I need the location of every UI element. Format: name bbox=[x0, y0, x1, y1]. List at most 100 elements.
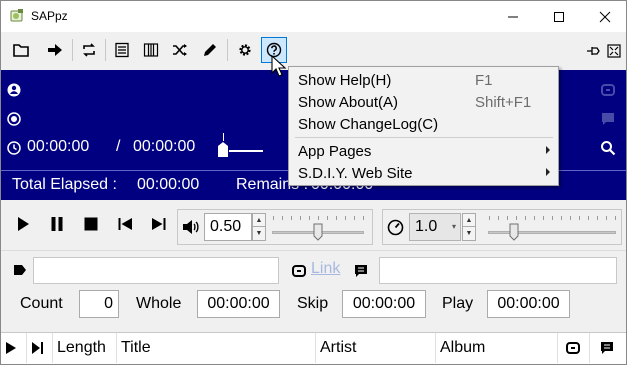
tag-field[interactable] bbox=[33, 257, 279, 284]
column-next[interactable] bbox=[27, 333, 53, 363]
speed-slider-track[interactable] bbox=[488, 231, 616, 234]
submenu-arrow-icon bbox=[546, 146, 550, 154]
settings-button[interactable] bbox=[232, 37, 258, 63]
play-value: 00:00:00 bbox=[487, 290, 570, 318]
total-time: 00:00:00 bbox=[133, 138, 196, 155]
menu-item-label: S.D.I.Y. Web Site bbox=[298, 165, 413, 182]
list-button[interactable] bbox=[109, 37, 135, 63]
expand-icon[interactable] bbox=[606, 43, 622, 59]
clock-icon bbox=[7, 141, 21, 155]
speed-slider-thumb[interactable] bbox=[509, 223, 519, 241]
title-bar: SAPpz bbox=[1, 1, 626, 32]
speaker-icon[interactable] bbox=[182, 219, 200, 235]
menu-item-shortcut: Shift+F1 bbox=[475, 94, 532, 111]
comment-panel-icon[interactable] bbox=[600, 111, 616, 127]
total-elapsed-label: Total Elapsed : bbox=[12, 176, 117, 193]
forward-button[interactable] bbox=[42, 37, 68, 63]
pause-button[interactable] bbox=[46, 213, 68, 235]
edit-button[interactable] bbox=[197, 37, 223, 63]
record-icon[interactable] bbox=[7, 112, 21, 126]
menu-item-app-pages[interactable]: App Pages bbox=[289, 140, 558, 162]
seek-slider-thumb[interactable] bbox=[217, 142, 229, 158]
previous-icon bbox=[118, 218, 132, 230]
column-album[interactable]: Album bbox=[436, 333, 558, 363]
menu-item-label: Show About(A) bbox=[298, 94, 399, 111]
link-label[interactable]: Link bbox=[311, 260, 340, 278]
volume-input[interactable]: 0.50 bbox=[204, 213, 252, 241]
menu-item-show-about[interactable]: Show About(A) Shift+F1 bbox=[289, 91, 558, 113]
stop-icon bbox=[84, 217, 98, 231]
volume-slider-thumb[interactable] bbox=[313, 223, 323, 241]
seek-tick bbox=[223, 133, 224, 141]
speed-ticks bbox=[489, 216, 617, 220]
arrow-right-icon bbox=[48, 44, 62, 56]
column-comment[interactable] bbox=[590, 333, 626, 363]
speedometer-icon[interactable] bbox=[387, 219, 404, 236]
tag-icon bbox=[14, 265, 26, 275]
columns-icon bbox=[143, 43, 159, 57]
next-icon bbox=[152, 218, 166, 230]
play-icon bbox=[18, 217, 29, 231]
speed-spinner[interactable]: ▲ ▼ bbox=[462, 213, 476, 241]
previous-button[interactable] bbox=[114, 213, 136, 235]
seek-track[interactable] bbox=[229, 150, 263, 152]
menu-item-label: Show ChangeLog(C) bbox=[298, 116, 439, 133]
pause-icon bbox=[51, 217, 63, 231]
menu-item-show-changelog[interactable]: Show ChangeLog(C) bbox=[289, 113, 558, 135]
shuffle-button[interactable] bbox=[167, 37, 193, 63]
column-length[interactable]: Length bbox=[53, 333, 117, 363]
minimize-button[interactable] bbox=[490, 1, 536, 32]
menu-item-show-help[interactable]: Show Help(H) F1 bbox=[289, 69, 558, 91]
speed-down-button[interactable]: ▼ bbox=[463, 227, 475, 240]
menu-item-label: App Pages bbox=[298, 143, 372, 160]
close-icon bbox=[599, 11, 611, 22]
link-icon bbox=[566, 342, 580, 354]
pin-icon[interactable] bbox=[585, 43, 601, 59]
menu-item-sdiy-web-site[interactable]: S.D.I.Y. Web Site bbox=[289, 162, 558, 184]
stop-button[interactable] bbox=[80, 213, 102, 235]
whole-value: 00:00:00 bbox=[197, 290, 280, 318]
next-button[interactable] bbox=[148, 213, 170, 235]
column-link[interactable] bbox=[558, 333, 590, 363]
maximize-button[interactable] bbox=[536, 1, 582, 32]
comment-icon bbox=[355, 265, 367, 277]
column-play[interactable] bbox=[1, 333, 27, 363]
repeat-icon bbox=[83, 43, 95, 57]
shuffle-icon bbox=[173, 44, 187, 56]
loop-icon[interactable] bbox=[600, 82, 616, 98]
next-icon bbox=[32, 342, 43, 354]
mouse-cursor-icon bbox=[271, 55, 287, 77]
columns-button[interactable] bbox=[138, 37, 164, 63]
play-button[interactable] bbox=[12, 213, 34, 235]
repeat-button[interactable] bbox=[76, 37, 102, 63]
speed-up-button[interactable]: ▲ bbox=[463, 214, 475, 227]
volume-spinner[interactable]: ▲ ▼ bbox=[252, 213, 266, 241]
speed-select[interactable]: 1.0 ▾ bbox=[409, 213, 461, 241]
toolbar-separator bbox=[105, 39, 106, 61]
menu-item-label: Show Help(H) bbox=[298, 72, 392, 89]
list-icon bbox=[115, 42, 129, 58]
maximize-icon bbox=[554, 11, 564, 22]
volume-up-button[interactable]: ▲ bbox=[253, 214, 265, 227]
playlist-header: Length Title Artist Album bbox=[1, 332, 626, 364]
play-icon bbox=[6, 342, 16, 354]
toolbar-separator bbox=[227, 39, 228, 61]
comment-field[interactable] bbox=[379, 257, 617, 284]
skip-label: Skip bbox=[297, 295, 329, 312]
submenu-arrow-icon bbox=[546, 168, 550, 176]
pencil-icon bbox=[204, 44, 216, 56]
volume-ticks bbox=[273, 216, 365, 220]
play-label: Play bbox=[442, 295, 474, 312]
column-artist[interactable]: Artist bbox=[316, 333, 436, 363]
column-title[interactable]: Title bbox=[117, 333, 316, 363]
menu-item-shortcut: F1 bbox=[475, 72, 493, 89]
count-value: 0 bbox=[79, 290, 119, 318]
count-label: Count bbox=[20, 295, 63, 312]
search-icon[interactable] bbox=[600, 140, 616, 156]
close-button[interactable] bbox=[582, 1, 626, 32]
user-icon[interactable] bbox=[7, 83, 21, 97]
link-icon bbox=[292, 265, 306, 277]
open-folder-button[interactable] bbox=[8, 37, 34, 63]
toolbar-separator bbox=[72, 39, 73, 61]
volume-down-button[interactable]: ▼ bbox=[253, 227, 265, 240]
